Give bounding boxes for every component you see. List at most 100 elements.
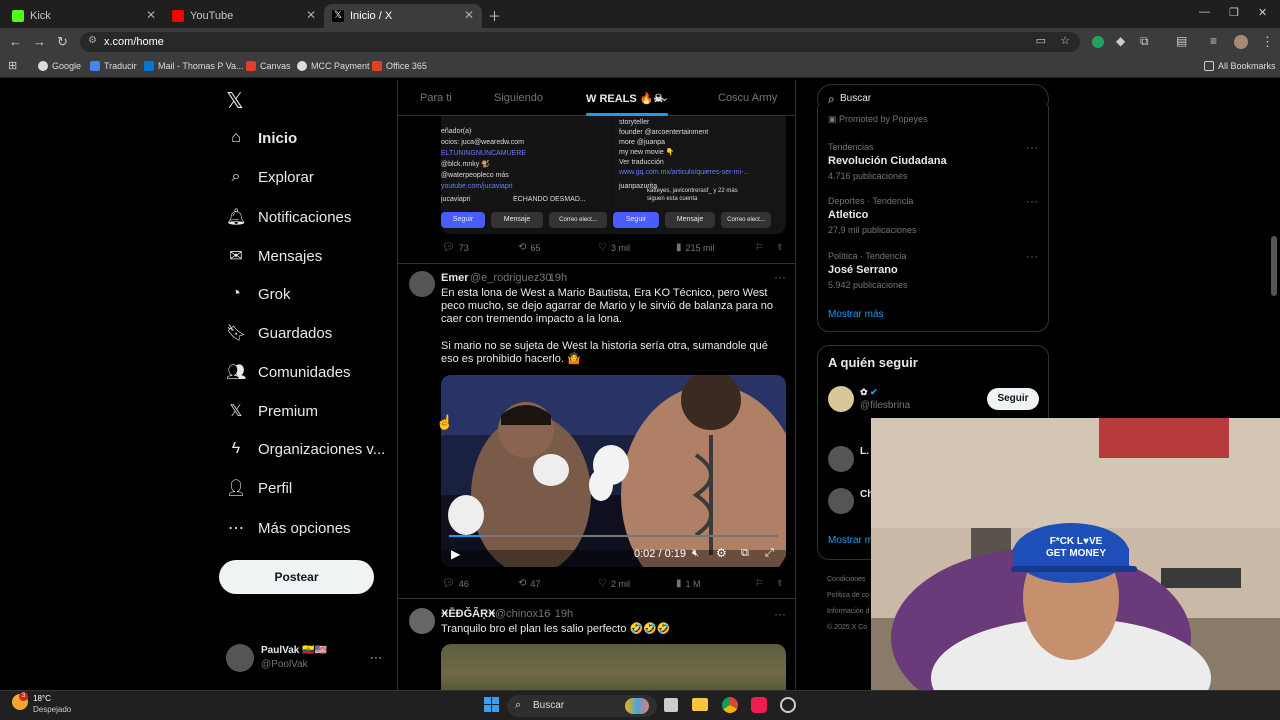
account-menu-icon[interactable]: ··· <box>370 650 382 664</box>
video-progress-fill[interactable] <box>449 535 482 537</box>
restore-icon[interactable]: ❐ <box>1229 6 1239 19</box>
nav-item-premium[interactable]: 𝕏 Premium <box>226 401 318 421</box>
like-action[interactable]: ♡ 2 mil <box>598 578 630 589</box>
back-icon[interactable]: ← <box>9 34 22 49</box>
task-view-icon[interactable] <box>664 698 678 712</box>
bookmark-office[interactable]: Office 365 <box>372 61 427 71</box>
post-handle[interactable]: @e_rodriguez30 <box>470 272 552 284</box>
nav-item-comunidades[interactable]: 👥︎ Comunidades <box>226 362 351 382</box>
post-time[interactable]: · 19h <box>542 272 567 284</box>
repost-action[interactable]: ⟲ 65 <box>518 242 540 253</box>
extension-icon[interactable] <box>1092 36 1104 48</box>
tab-coscu-army[interactable]: Coscu Army <box>718 92 777 104</box>
weather-temp[interactable]: 18°C <box>33 694 51 703</box>
all-bookmarks[interactable]: All Bookmarks <box>1204 61 1276 71</box>
follow-button[interactable]: Seguir <box>987 388 1039 410</box>
bookmark-mail[interactable]: Mail - Thomas P Va... <box>144 61 244 71</box>
forward-icon[interactable]: → <box>33 34 46 49</box>
views-action[interactable]: ▮ 1 M <box>676 578 701 589</box>
more-icon[interactable]: ··· <box>1026 249 1038 263</box>
bookmark-icon[interactable]: ⚐ <box>755 578 763 589</box>
menu-kebab-icon[interactable]: ⋮ <box>1261 34 1274 50</box>
trend-name[interactable]: Atletico <box>828 209 868 221</box>
fullscreen-icon[interactable]: ⤢ <box>765 547 774 560</box>
chevron-down-icon[interactable]: ⌄ <box>660 91 669 104</box>
reply-action[interactable]: 💬︎ 73 <box>442 242 469 253</box>
nav-item-organizaciones-v[interactable]: ϟ Organizaciones v... <box>226 440 386 458</box>
scrollbar-thumb[interactable] <box>1271 236 1277 296</box>
reload-icon[interactable]: ↻ <box>57 34 68 50</box>
bookmark-icon[interactable]: ⚐ <box>755 242 763 253</box>
post-author[interactable]: Emer <box>441 272 469 284</box>
bookmark-google[interactable]: Google <box>38 61 81 71</box>
chrome-icon[interactable] <box>722 697 738 713</box>
footer-link[interactable]: Información d <box>827 604 869 620</box>
close-icon[interactable]: ✕ <box>306 8 316 22</box>
play-icon[interactable]: ▶ <box>451 547 460 561</box>
show-more-link[interactable]: Mostrar más <box>828 309 884 320</box>
post-media[interactable]: eñador(a) ocios: juca@wearedw.com ELTUNI… <box>441 116 786 234</box>
post-button[interactable]: Postear <box>219 560 374 594</box>
views-action[interactable]: ▮ 215 mil <box>676 242 715 253</box>
post-author[interactable]: ӾĒĐĞÃŖӾ <box>441 608 495 620</box>
avatar[interactable] <box>828 386 854 412</box>
avatar[interactable] <box>409 608 435 634</box>
avatar[interactable] <box>409 271 435 297</box>
nav-item-grok[interactable]: ◔ Grok <box>226 285 290 303</box>
extension-icon[interactable]: ◆ <box>1116 34 1125 48</box>
nav-item-explorar[interactable]: ⌕ Explorar <box>226 168 314 186</box>
tab-kick[interactable]: Kick ✕ <box>4 4 164 28</box>
account-name[interactable]: PaulVak 🇪🇨🇺🇸 <box>261 645 327 656</box>
new-tab-icon[interactable]: ＋ <box>488 6 501 25</box>
nav-item-perfil[interactable]: 👤︎ Perfil <box>226 478 292 498</box>
post-time[interactable]: · 19h <box>548 608 573 620</box>
tiktok-icon[interactable] <box>751 697 767 713</box>
bookmark-canvas[interactable]: Canvas <box>246 61 291 71</box>
trend-name[interactable]: Revolución Ciudadana <box>828 155 947 167</box>
share-icon[interactable]: ⇪ <box>776 578 784 589</box>
avatar[interactable] <box>828 488 854 514</box>
close-icon[interactable]: ✕ <box>464 8 474 22</box>
close-window-icon[interactable]: ✕ <box>1258 6 1267 19</box>
tab-w-reals[interactable]: W REALS 🔥☠ <box>586 92 663 105</box>
bookmark-traducir[interactable]: Traducir <box>90 61 137 71</box>
x-logo-icon[interactable]: 𝕏 <box>226 88 244 114</box>
bookmark-mcc[interactable]: MCC Payment <box>297 61 370 71</box>
tab-x[interactable]: 𝕏 Inicio / X ✕ <box>324 4 482 28</box>
site-info-icon[interactable]: ⚙ <box>88 35 97 46</box>
more-icon[interactable]: ··· <box>774 270 786 284</box>
avatar[interactable] <box>828 446 854 472</box>
apps-grid-icon[interactable]: ⊞ <box>8 59 17 72</box>
post-handle[interactable]: @chinox16 <box>495 608 550 620</box>
profile-avatar[interactable] <box>1234 35 1248 49</box>
puzzle-icon[interactable]: ⧉ <box>1140 34 1149 49</box>
more-icon[interactable]: ··· <box>1026 194 1038 208</box>
url-input[interactable]: ⚙ x.com/home ▭ ☆ <box>80 32 1080 52</box>
show-more-link[interactable]: Mostrar m <box>828 535 873 546</box>
footer-link[interactable]: Política de co <box>827 588 869 604</box>
more-icon[interactable]: ··· <box>774 607 786 621</box>
minimize-icon[interactable]: — <box>1199 6 1210 18</box>
follow-user-name[interactable]: ✿ ✔ <box>860 387 878 398</box>
like-action[interactable]: ♡ 3 mil <box>598 242 630 253</box>
close-icon[interactable]: ✕ <box>146 8 156 22</box>
settings-icon[interactable]: ⚙ <box>716 546 727 560</box>
tab-para-ti[interactable]: Para ti <box>420 92 452 104</box>
footer-link[interactable]: Condiciones <box>827 572 869 588</box>
cast-icon[interactable]: ▭ <box>1036 34 1046 47</box>
pip-icon[interactable]: ⧉ <box>741 547 749 560</box>
nav-item-mensajes[interactable]: ✉ Mensajes <box>226 246 322 266</box>
trend-name[interactable]: José Serrano <box>828 264 898 276</box>
follow-user-name[interactable]: L. <box>860 446 869 457</box>
account-avatar[interactable] <box>226 644 254 672</box>
nav-item-guardados[interactable]: 🔖︎ Guardados <box>226 323 332 343</box>
mute-icon[interactable]: 🔇︎ <box>692 547 699 560</box>
post-video[interactable]: ▶ 0:02 / 0:19 🔇︎ ⚙ ⧉ ⤢ <box>441 375 786 567</box>
reply-action[interactable]: 💬︎ 46 <box>442 578 469 589</box>
taskbar-search[interactable]: ⌕ Buscar <box>507 695 657 717</box>
bookmark-star-icon[interactable]: ☆ <box>1060 34 1070 47</box>
share-icon[interactable]: ⇪ <box>776 242 784 253</box>
nav-item-inicio[interactable]: ⌂ Inicio <box>226 129 297 147</box>
sidepanel-icon[interactable]: ▤ <box>1176 34 1187 48</box>
more-icon[interactable]: ··· <box>1026 140 1038 154</box>
